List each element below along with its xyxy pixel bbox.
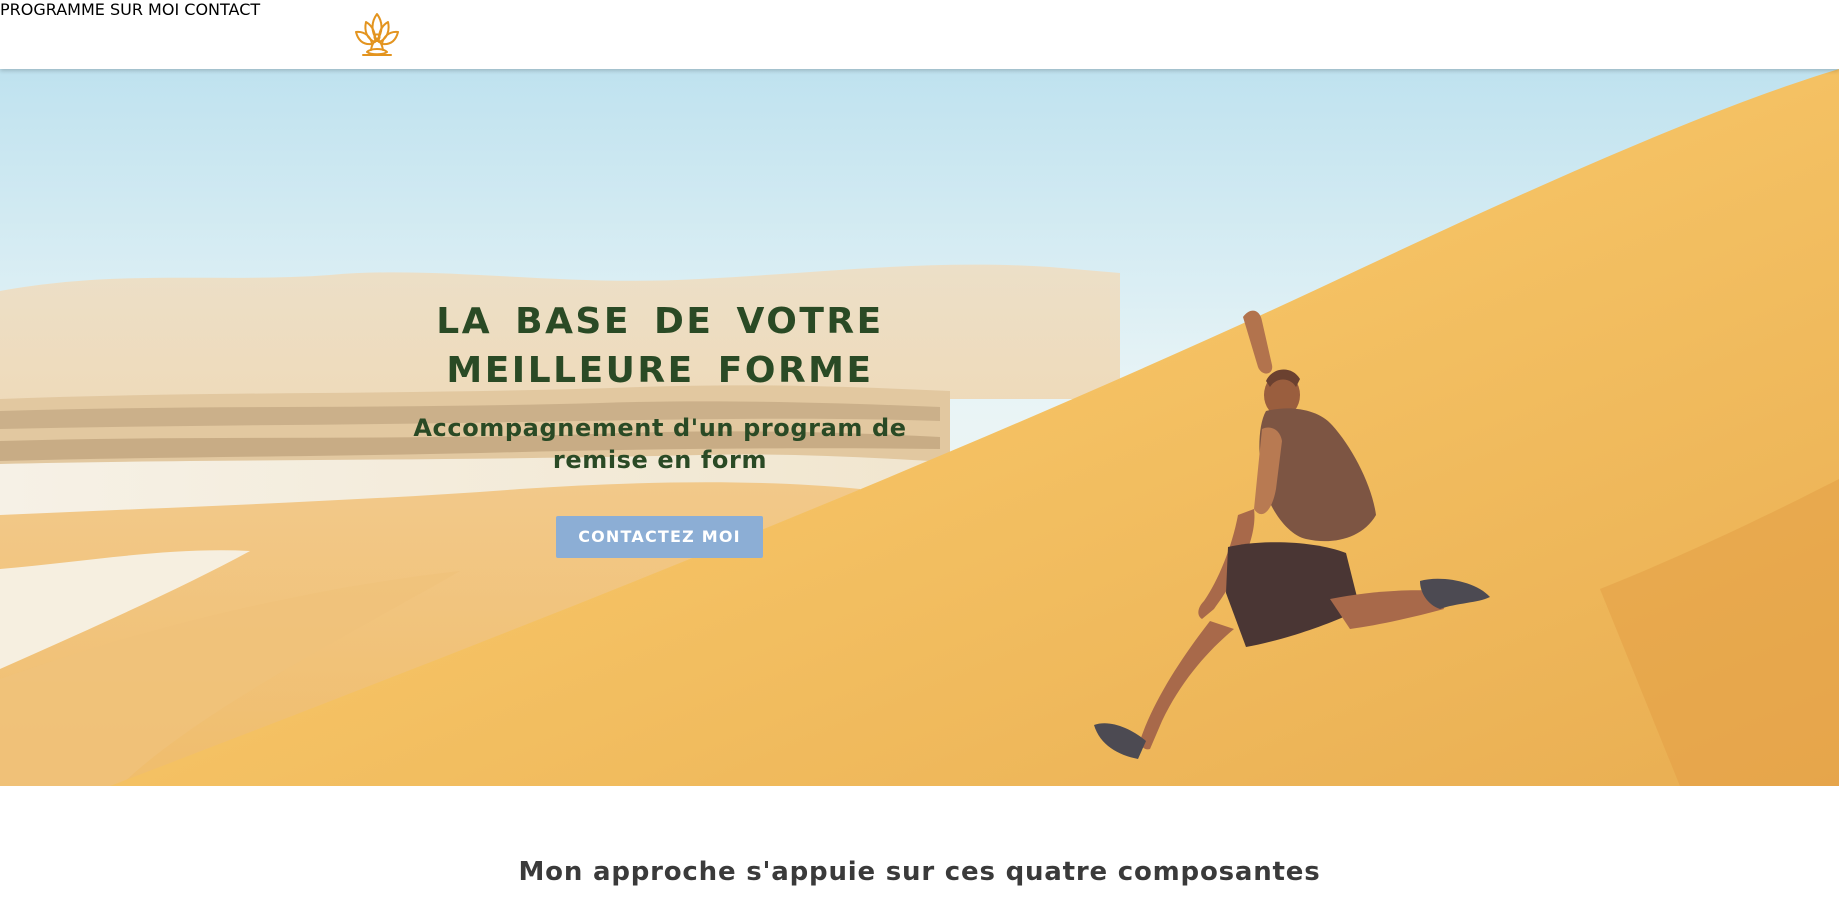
nav-item-programme[interactable]: PROGRAMME: [0, 0, 105, 19]
lotus-meditation-icon: [355, 13, 399, 56]
hero-section: LA BASE DE VOTRE MEILLEURE FORME Accompa…: [0, 69, 1839, 786]
site-header: PROGRAMME SUR MOI CONTACT: [0, 0, 1839, 69]
hero-title: LA BASE DE VOTRE MEILLEURE FORME: [436, 301, 884, 391]
main-nav: PROGRAMME SUR MOI CONTACT: [0, 0, 1839, 19]
nav-item-contact[interactable]: CONTACT: [184, 0, 260, 19]
contact-me-button[interactable]: CONTACTEZ MOI: [556, 516, 763, 558]
approach-heading: Mon approche s'appuie sur ces quatre com…: [518, 857, 1321, 887]
hero-subtitle: Accompagnement d'un program de remise en…: [413, 414, 907, 474]
nav-item-sur-moi[interactable]: SUR MOI: [110, 0, 179, 19]
logo-lotus-icon[interactable]: [353, 10, 401, 60]
